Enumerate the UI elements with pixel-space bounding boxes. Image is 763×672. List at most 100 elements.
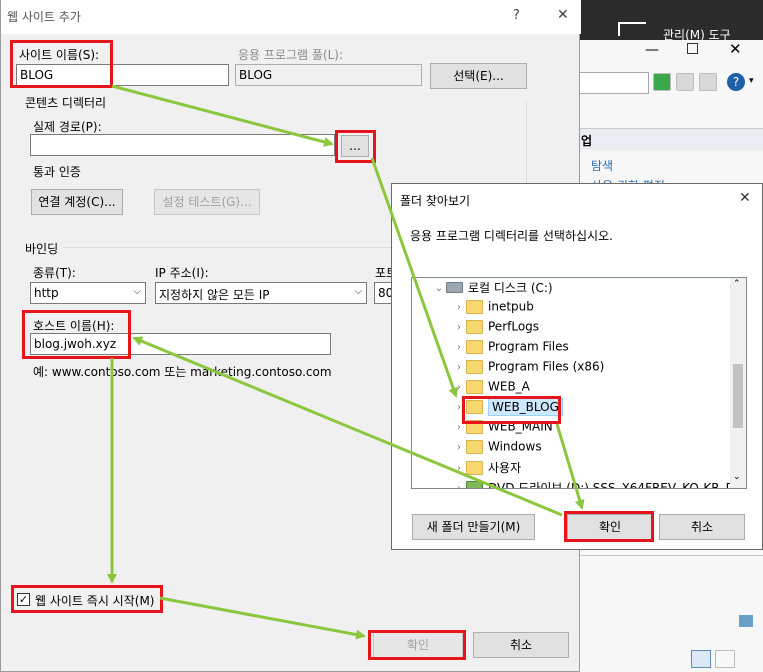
chevron-down-icon: ⌵ [354, 286, 362, 297]
folder-tree-label: DVD 드라이브 (D:) SSS_X64FREV_KO-KR_DV9 [488, 481, 747, 489]
ip-address-label: IP 주소(I): [155, 266, 209, 280]
folder-dialog-titlebar: 폴더 찾아보기 ✕ [392, 184, 762, 214]
folder-tree-label: 로컬 디스크 (C:) [468, 281, 553, 295]
type-select[interactable]: http ⌵ [30, 282, 146, 304]
web-blog-highlight [462, 396, 561, 424]
site-name-highlight [10, 40, 113, 88]
binding-label: 바인딩 [25, 242, 59, 256]
bg-help-dropdown-icon[interactable]: ▾ [749, 76, 754, 86]
folder-icon [466, 339, 483, 354]
close-button[interactable]: ✕ [557, 7, 569, 23]
folder-dialog-title: 폴더 찾아보기 [400, 194, 471, 208]
folder-tree-label: WEB_A [488, 379, 530, 394]
home-icon[interactable] [699, 73, 717, 91]
type-label: 종류(T): [33, 266, 76, 280]
folder-tree-label: 사용자 [488, 461, 522, 475]
bg-window-titlebar: 관리(M) 도구 [578, 0, 763, 42]
pass-through-auth-label: 통과 인증 [33, 165, 81, 179]
chevron-right-icon[interactable]: › [452, 382, 466, 393]
folder-tree-item[interactable]: › WEB_MAIN [412, 419, 732, 439]
help-icon[interactable]: ? [727, 73, 745, 91]
type-select-value: http [34, 286, 59, 300]
folder-icon [466, 460, 483, 475]
chevron-right-icon[interactable]: › [452, 483, 466, 488]
stop-icon[interactable] [676, 73, 694, 91]
dialog-titlebar: 웹 사이트 추가 ? ✕ [1, 0, 581, 34]
bg-address-input[interactable] [579, 72, 649, 94]
start-immediately-highlight [11, 585, 163, 613]
folder-tree-item[interactable]: › WEB_A [412, 379, 732, 399]
app-pool-label: 응용 프로그램 풀(L): [238, 48, 344, 62]
scroll-up-icon[interactable]: ⌃ [733, 279, 741, 289]
physical-path-label: 실제 경로(P): [33, 120, 102, 134]
chevron-right-icon[interactable]: › [452, 322, 466, 333]
bg-maximize-button[interactable] [687, 43, 698, 54]
browse-folder-dialog: 폴더 찾아보기 ✕ 응용 프로그램 디렉터리를 선택하십시오. ⌄ 로컬 디스크 … [391, 183, 763, 550]
folder-dialog-instruction: 응용 프로그램 디렉터리를 선택하십시오. [410, 229, 613, 243]
scroll-down-icon[interactable]: ⌄ [733, 472, 741, 482]
new-folder-button[interactable]: 새 폴더 만들기(M) [412, 514, 535, 540]
folder-tree-item[interactable]: › PerfLogs [412, 319, 732, 339]
connect-as-button[interactable]: 연결 계정(C)... [31, 189, 123, 215]
folder-tree-item[interactable]: › WEB_BLOG [412, 397, 732, 419]
folder-icon [466, 439, 483, 454]
test-settings-button: 설정 테스트(G)... [154, 189, 260, 215]
actions-header-partial: 업 [581, 134, 593, 148]
bg-status-network-icon [739, 615, 753, 627]
host-name-highlight [22, 310, 131, 359]
folder-tree-item[interactable]: › 사용자 [412, 459, 732, 479]
content-view-icon[interactable] [715, 650, 735, 668]
features-view-icon[interactable] [691, 650, 711, 668]
chevron-right-icon[interactable]: › [452, 342, 466, 353]
binding-group-line [63, 247, 393, 248]
dialog-title: 웹 사이트 추가 [7, 10, 81, 24]
folder-icon [466, 299, 483, 314]
folder-tree-label: inetpub [488, 299, 534, 314]
host-name-example: 예: www.contoso.com 또는 marketing.contoso.… [33, 365, 332, 379]
folder-icon [466, 379, 483, 394]
chevron-right-icon[interactable]: › [452, 362, 466, 373]
folder-icon [466, 319, 483, 334]
folder-tree-label: PerfLogs [488, 319, 540, 334]
folder-tree-item[interactable]: › Program Files [412, 339, 732, 359]
folder-cancel-button[interactable]: 취소 [659, 514, 745, 540]
actions-panel-header: 업 [579, 128, 763, 150]
folder-ok-highlight [564, 511, 654, 542]
physical-path-input[interactable] [30, 134, 335, 156]
folder-tree-label: Windows [488, 439, 542, 454]
ip-address-select[interactable]: 지정하지 않은 모든 IP ⌵ [155, 282, 367, 304]
folder-icon [466, 359, 483, 374]
bg-decoration [618, 22, 646, 36]
folder-tree-item[interactable]: › inetpub [412, 299, 732, 319]
drive-icon [446, 282, 463, 293]
chevron-right-icon[interactable]: › [452, 463, 466, 474]
chevron-down-icon[interactable]: ⌄ [432, 283, 446, 294]
chevron-right-icon[interactable]: › [452, 442, 466, 453]
select-app-pool-button[interactable]: 선택(E)... [430, 63, 527, 89]
folder-tree-item[interactable]: › Program Files (x86) [412, 359, 732, 379]
bg-actions-separator [579, 555, 763, 556]
bg-close-button[interactable]: ✕ [729, 40, 742, 58]
folder-tree-item[interactable]: ⌄ 로컬 디스크 (C:) [412, 279, 732, 299]
explore-link[interactable]: 탐색 [591, 157, 613, 174]
browse-highlight [335, 130, 376, 163]
ok-highlight [368, 630, 466, 660]
bg-minimize-button[interactable]: — [645, 42, 659, 58]
folder-tree-label: Program Files [488, 339, 569, 354]
tree-scrollbar[interactable]: ⌃ ⌄ [730, 278, 746, 488]
folder-dialog-close-button[interactable]: ✕ [739, 190, 751, 206]
app-pool-field: BLOG [235, 64, 422, 86]
cancel-button[interactable]: 취소 [473, 632, 569, 658]
refresh-icon[interactable] [653, 73, 671, 91]
folder-tree-label: Program Files (x86) [488, 359, 605, 374]
dvd-icon [466, 480, 483, 488]
folder-tree-items: ⌄ 로컬 디스크 (C:) › inetpub › PerfLogs › Program Fi… [412, 278, 746, 488]
scroll-thumb[interactable] [733, 364, 743, 428]
ip-address-select-value: 지정하지 않은 모든 IP [159, 288, 270, 302]
chevron-right-icon[interactable]: › [452, 302, 466, 313]
help-button[interactable]: ? [513, 8, 520, 23]
folder-tree-item[interactable]: › Windows [412, 439, 732, 459]
folder-tree-item[interactable]: › DVD 드라이브 (D:) SSS_X64FREV_KO-KR_DV9 [412, 479, 746, 488]
chevron-down-icon: ⌵ [133, 286, 141, 297]
folder-tree[interactable]: ⌄ 로컬 디스크 (C:) › inetpub › PerfLogs › Program Fi… [411, 277, 747, 489]
